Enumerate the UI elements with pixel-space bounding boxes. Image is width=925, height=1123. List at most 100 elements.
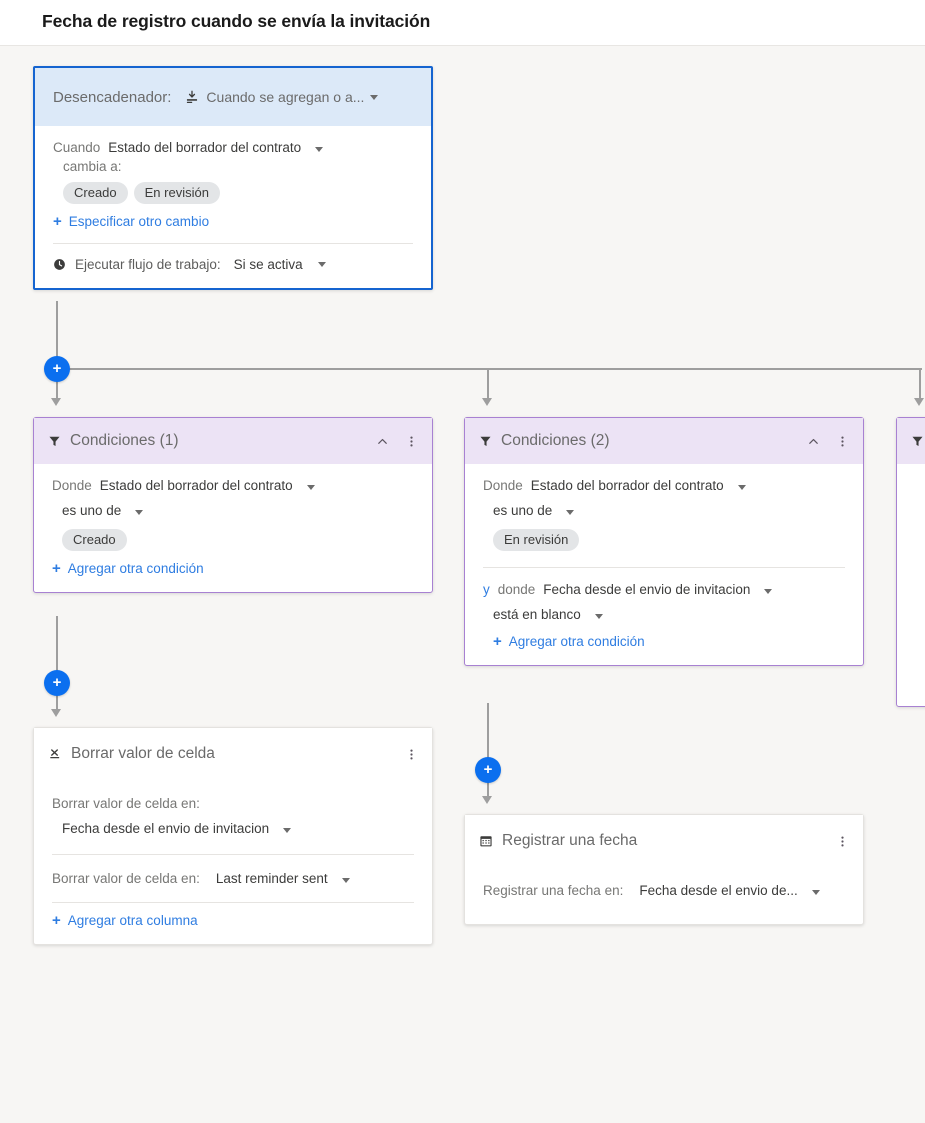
conditions-2-where-row: Donde Estado del borrador del contrato bbox=[483, 478, 845, 493]
trigger-chip[interactable]: Creado bbox=[63, 182, 128, 204]
trigger-run-value[interactable]: Si se activa bbox=[234, 257, 303, 272]
record-date-field-label: Registrar una fecha en: bbox=[483, 883, 624, 898]
conditions-2-and-where-chevron-down-icon[interactable] bbox=[764, 589, 773, 594]
trigger-card-body: Cuando Estado del borrador del contrato … bbox=[35, 126, 431, 288]
conditions-2-and-operator-row: está en blanco bbox=[483, 607, 845, 622]
conditions-2-add-condition-label: Agregar otra condición bbox=[508, 634, 645, 649]
top-bar: Fecha de registro cuando se envía la inv… bbox=[0, 0, 925, 46]
trigger-card[interactable]: Desencadenador: Cuando se agregan o a...… bbox=[33, 66, 433, 290]
conditions-1-card[interactable]: Condiciones (1) Donde Estado del borrado… bbox=[33, 417, 433, 593]
conditions-2-where-chevron-down-icon[interactable] bbox=[737, 485, 746, 490]
conditions-1-operator[interactable]: es uno de bbox=[62, 503, 121, 518]
trigger-when-chevron-down-icon[interactable] bbox=[315, 147, 324, 152]
conditions-2-header: Condiciones (2) bbox=[465, 418, 863, 464]
record-date-header: Registrar una fecha bbox=[465, 815, 863, 867]
conditions-3-header bbox=[897, 418, 925, 464]
arrowhead-clear-cell bbox=[51, 709, 61, 717]
conditions-1-add-condition-link[interactable]: + Agregar otra condición bbox=[52, 561, 414, 576]
conditions-2-where-field[interactable]: Estado del borrador del contrato bbox=[531, 478, 724, 493]
connector-drop-conditions-2 bbox=[487, 368, 489, 402]
clear-cell-add-column-link[interactable]: + Agregar otra columna bbox=[52, 913, 414, 928]
record-date-card[interactable]: Registrar una fecha Registrar una fecha … bbox=[464, 814, 864, 925]
clear-cell-card[interactable]: Borrar valor de celda Borrar valor de ce… bbox=[33, 727, 433, 945]
more-vertical-icon[interactable] bbox=[832, 431, 853, 452]
trigger-run-row: Ejecutar flujo de trabajo: Si se activa bbox=[53, 257, 413, 272]
plus-icon: + bbox=[53, 213, 62, 230]
arrowhead-record-date bbox=[482, 796, 492, 804]
conditions-2-add-condition-link[interactable]: + Agregar otra condición bbox=[483, 634, 845, 649]
trigger-type-value[interactable]: Cuando se agregan o a... bbox=[206, 89, 364, 105]
record-date-body: Registrar una fecha en: Fecha desde el e… bbox=[465, 867, 863, 924]
clock-icon bbox=[53, 258, 66, 271]
conditions-2-and-operator[interactable]: está en blanco bbox=[493, 607, 581, 622]
filter-icon bbox=[48, 435, 61, 448]
plus-icon: + bbox=[52, 912, 61, 929]
clear-cell-field2-chevron-down-icon[interactable] bbox=[341, 878, 350, 883]
arrowhead-conditions-2 bbox=[482, 398, 492, 406]
plus-icon: + bbox=[52, 560, 61, 577]
trigger-card-header: Desencadenador: Cuando se agregan o a... bbox=[35, 68, 431, 126]
conditions-1-chip[interactable]: Creado bbox=[62, 529, 127, 551]
add-step-after-conditions-2-button[interactable]: + bbox=[475, 757, 501, 783]
page-title: Fecha de registro cuando se envía la inv… bbox=[42, 11, 431, 31]
trigger-when-field[interactable]: Estado del borrador del contrato bbox=[108, 140, 301, 155]
clear-cell-field1-chevron-down-icon[interactable] bbox=[283, 828, 292, 833]
conditions-1-where-field[interactable]: Estado del borrador del contrato bbox=[100, 478, 293, 493]
conditions-2-and-operator-chevron-down-icon[interactable] bbox=[594, 614, 603, 619]
trigger-label: Desencadenador: bbox=[53, 88, 172, 106]
conditions-1-header: Condiciones (1) bbox=[34, 418, 432, 464]
trigger-divider bbox=[53, 243, 413, 244]
clear-cell-field1-value[interactable]: Fecha desde el envio de invitacion bbox=[62, 821, 269, 836]
conditions-3-card[interactable] bbox=[896, 417, 925, 707]
conditions-2-operator[interactable]: es uno de bbox=[493, 503, 552, 518]
conditions-1-where-row: Donde Estado del borrador del contrato bbox=[52, 478, 414, 493]
add-step-after-conditions-1-button[interactable]: + bbox=[44, 670, 70, 696]
conditions-2-title: Condiciones (2) bbox=[501, 432, 610, 449]
calendar-icon bbox=[479, 834, 493, 848]
connector-branch-horizontal bbox=[56, 368, 922, 370]
trigger-run-chevron-down-icon[interactable] bbox=[317, 262, 326, 267]
conditions-1-body: Donde Estado del borrador del contrato e… bbox=[34, 464, 432, 592]
workflow-canvas[interactable]: + + + Desencadenador: Cuando se agregan … bbox=[0, 46, 925, 1123]
clear-cell-title: Borrar valor de celda bbox=[71, 745, 215, 762]
conditions-2-and-where-field[interactable]: Fecha desde el envio de invitacion bbox=[543, 582, 750, 597]
arrowhead-conditions-3 bbox=[914, 398, 924, 406]
clear-cell-field2-value[interactable]: Last reminder sent bbox=[216, 871, 328, 886]
conditions-2-and-where-label: donde bbox=[497, 582, 536, 597]
clear-cell-field2-label: Borrar valor de celda en: bbox=[52, 871, 200, 886]
record-date-field-row: Registrar una fecha en: Fecha desde el e… bbox=[483, 883, 845, 898]
add-step-after-trigger-button[interactable]: + bbox=[44, 356, 70, 382]
conditions-1-title: Condiciones (1) bbox=[70, 432, 179, 449]
add-row-icon bbox=[185, 90, 199, 104]
conditions-2-where-label: Donde bbox=[483, 478, 523, 493]
conditions-2-body: Donde Estado del borrador del contrato e… bbox=[465, 464, 863, 665]
trigger-changes-to-row: cambia a: bbox=[53, 159, 413, 174]
conditions-1-where-chevron-down-icon[interactable] bbox=[306, 485, 315, 490]
chevron-up-icon[interactable] bbox=[803, 431, 824, 452]
clear-cell-field1-label: Borrar valor de celda en: bbox=[52, 796, 200, 811]
conditions-2-conjunction[interactable]: y bbox=[483, 582, 490, 597]
chevron-up-icon[interactable] bbox=[372, 431, 393, 452]
specify-another-change-link[interactable]: + Especificar otro cambio bbox=[53, 214, 413, 229]
conditions-2-chip[interactable]: En revisión bbox=[493, 529, 580, 551]
conditions-2-card[interactable]: Condiciones (2) Donde Estado del borrado… bbox=[464, 417, 864, 666]
clear-cell-divider-2 bbox=[52, 902, 414, 903]
clear-cell-field1-label-row: Borrar valor de celda en: bbox=[52, 796, 414, 811]
conditions-2-operator-row: es uno de bbox=[483, 503, 845, 518]
clear-cell-field1-value-row: Fecha desde el envio de invitacion bbox=[52, 821, 414, 836]
clear-cell-field2-row: Borrar valor de celda en: Last reminder … bbox=[52, 871, 414, 886]
arrowhead-conditions-1 bbox=[51, 398, 61, 406]
trigger-chevron-down-icon[interactable] bbox=[370, 94, 379, 100]
more-vertical-icon[interactable] bbox=[401, 744, 422, 765]
connector-conditions-1-to-clear-cell bbox=[56, 616, 58, 714]
record-date-field-value[interactable]: Fecha desde el envio de... bbox=[639, 883, 797, 898]
specify-another-change-label: Especificar otro cambio bbox=[68, 214, 210, 229]
conditions-1-operator-chevron-down-icon[interactable] bbox=[135, 510, 144, 515]
conditions-2-operator-chevron-down-icon[interactable] bbox=[566, 510, 575, 515]
conditions-1-operator-row: es uno de bbox=[52, 503, 414, 518]
more-vertical-icon[interactable] bbox=[401, 431, 422, 452]
trigger-chip[interactable]: En revisión bbox=[133, 182, 220, 204]
record-date-title: Registrar una fecha bbox=[502, 832, 638, 849]
record-date-field-chevron-down-icon[interactable] bbox=[811, 890, 820, 895]
more-vertical-icon[interactable] bbox=[832, 831, 853, 852]
